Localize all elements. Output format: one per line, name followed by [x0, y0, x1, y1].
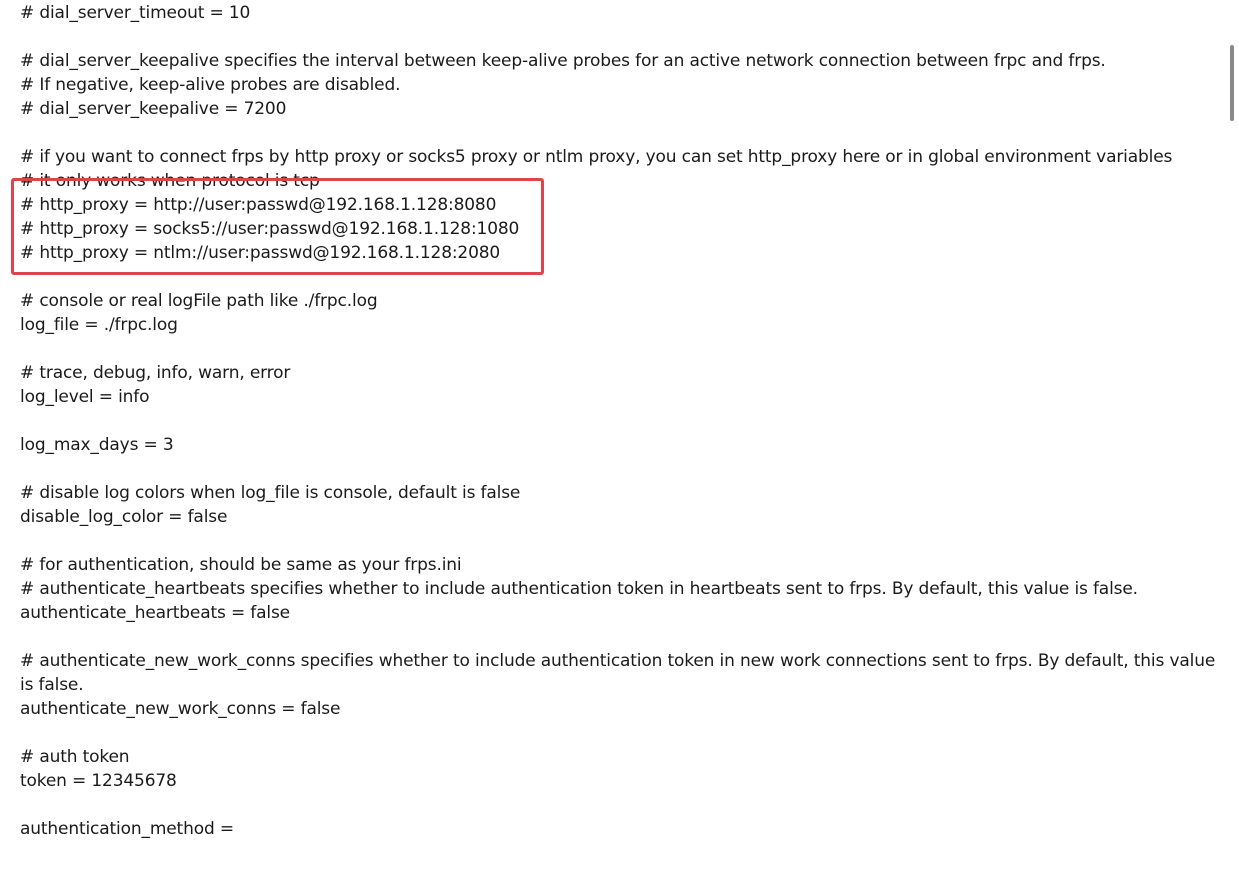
editor-line: # disable log colors when log_file is co…: [20, 483, 521, 503]
editor-line: # authenticate_heartbeats specifies whet…: [20, 579, 1138, 599]
editor-line: # it only works when protocol is tcp: [20, 171, 320, 191]
editor-line: # dial_server_keepalive specifies the in…: [20, 51, 1106, 71]
scrollbar-thumb[interactable]: [1230, 45, 1234, 121]
editor-line: # http_proxy = http://user:passwd@192.16…: [20, 195, 497, 215]
editor-line: token = 12345678: [20, 771, 177, 791]
editor-line: # If negative, keep-alive probes are dis…: [20, 75, 401, 95]
editor-line: disable_log_color = false: [20, 507, 228, 527]
editor-line: # authenticate_new_work_conns specifies …: [20, 651, 1216, 695]
editor-line: # dial_server_keepalive = 7200: [20, 99, 287, 119]
editor-line: log_file = ./frpc.log: [20, 315, 178, 335]
editor-line: # trace, debug, info, warn, error: [20, 363, 291, 383]
editor-line: authentication_method =: [20, 819, 234, 839]
text-editor[interactable]: # dial_server_timeout = 10 # dial_server…: [0, 0, 1239, 869]
editor-line: # http_proxy = ntlm://user:passwd@192.16…: [20, 243, 501, 263]
editor-line: # http_proxy = socks5://user:passwd@192.…: [20, 219, 520, 239]
editor-line: log_level = info: [20, 387, 150, 407]
editor-line: # console or real logFile path like ./fr…: [20, 291, 378, 311]
editor-line: # dial_server_timeout = 10: [20, 3, 251, 23]
editor-line: authenticate_heartbeats = false: [20, 603, 290, 623]
editor-line: # for authentication, should be same as …: [20, 555, 462, 575]
editor-line: authenticate_new_work_conns = false: [20, 699, 341, 719]
editor-line: # auth token: [20, 747, 130, 767]
vertical-scrollbar[interactable]: [1225, 0, 1239, 869]
editor-line: log_max_days = 3: [20, 435, 174, 455]
editor-line: # if you want to connect frps by http pr…: [20, 147, 1173, 167]
editor-text-area[interactable]: # dial_server_timeout = 10 # dial_server…: [20, 1, 1216, 841]
